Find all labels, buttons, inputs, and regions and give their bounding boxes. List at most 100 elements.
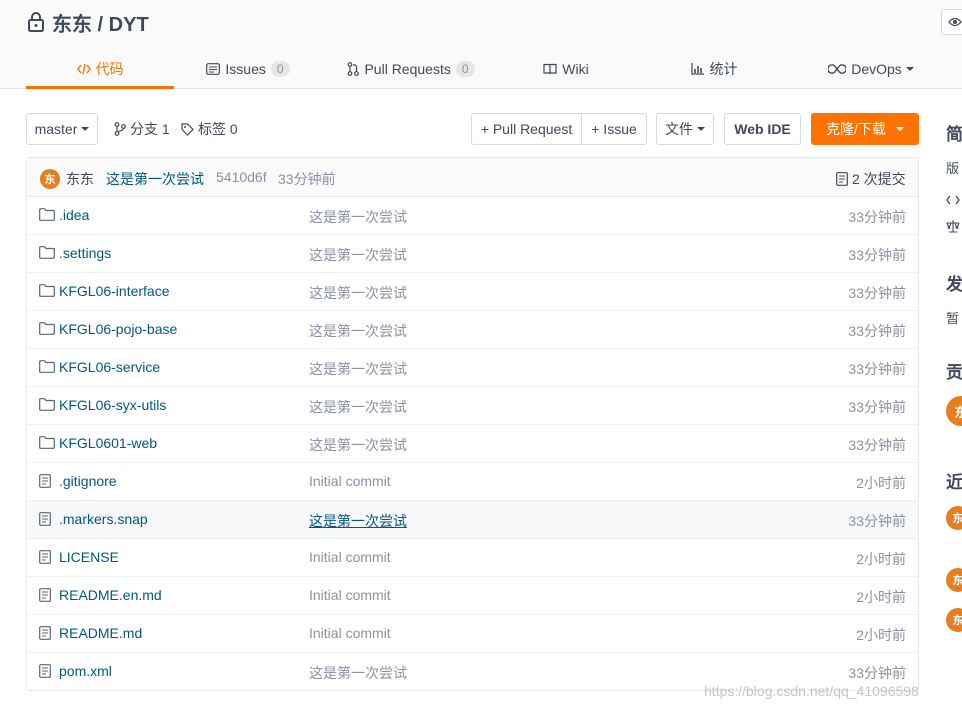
file-commit-message-link[interactable]: 这是第一次尝试: [309, 207, 407, 227]
file-commit-time: 33分钟前: [848, 437, 906, 453]
file-name-link[interactable]: .settings: [59, 245, 111, 261]
repo-header: 东东 / DYT 代码 Issues 0 Pull Requests 0 Wik…: [0, 0, 962, 89]
watch-button[interactable]: [941, 9, 962, 35]
file-commit-message-link[interactable]: Initial commit: [309, 587, 391, 603]
file-name-link[interactable]: KFGL06-interface: [59, 283, 170, 299]
avatar[interactable]: 东: [946, 568, 962, 592]
commit-message[interactable]: 这是第一次尝试: [106, 169, 204, 189]
file-icon: [39, 474, 51, 491]
table-row[interactable]: KFGL06-interface 这是第一次尝试 33分钟前: [27, 273, 918, 311]
file-commit-message-link[interactable]: 这是第一次尝试: [309, 435, 407, 455]
web-ide-label: Web IDE: [734, 121, 791, 137]
table-row[interactable]: KFGL06-pojo-base 这是第一次尝试 33分钟前: [27, 311, 918, 349]
tab-issues-label: Issues: [225, 61, 266, 77]
chevron-down-icon: [895, 127, 904, 131]
tags-link[interactable]: 标签 0: [181, 119, 238, 139]
file-name-link[interactable]: KFGL0601-web: [59, 435, 157, 451]
file-commit-time: 33分钟前: [848, 665, 906, 681]
commit-author[interactable]: 东东: [66, 169, 94, 189]
new-pull-request-label: + Pull Request: [480, 121, 573, 137]
new-issue-button[interactable]: + Issue: [581, 113, 647, 145]
file-name-link[interactable]: KFGL06-pojo-base: [59, 321, 177, 337]
chevron-down-icon: [697, 127, 705, 131]
file-icon: [39, 550, 51, 567]
file-commit-message-link[interactable]: 这是第一次尝试: [309, 321, 407, 341]
new-issue-label: + Issue: [591, 121, 637, 137]
file-commit-message-link[interactable]: 这是第一次尝试: [309, 511, 407, 531]
commit-hash[interactable]: 5410d6f: [216, 169, 267, 185]
table-row[interactable]: LICENSE Initial commit 2小时前: [27, 539, 918, 577]
code-icon: [946, 195, 960, 205]
repo-tabs: 代码 Issues 0 Pull Requests 0 Wiki 统计 DevO…: [26, 49, 946, 89]
file-commit-message-link[interactable]: 这是第一次尝试: [309, 397, 407, 417]
clone-download-button[interactable]: 克隆/下载: [811, 113, 919, 145]
file-name-link[interactable]: KFGL06-syx-utils: [59, 397, 166, 413]
folder-icon: [39, 322, 55, 338]
file-table: 东 东东 这是第一次尝试 5410d6f 33分钟前 2 次提交 .idea 这是…: [26, 157, 919, 691]
release-text: 暂: [946, 311, 960, 326]
file-name-link[interactable]: .markers.snap: [59, 511, 148, 527]
folder-icon: [39, 436, 55, 452]
file-icon: [39, 512, 51, 529]
file-commit-message-link[interactable]: 这是第一次尝试: [309, 283, 407, 303]
avatar[interactable]: 东: [946, 396, 962, 426]
file-name-link[interactable]: pom.xml: [59, 663, 112, 679]
file-name-link[interactable]: LICENSE: [59, 549, 119, 565]
new-pull-request-button[interactable]: + Pull Request: [471, 113, 582, 145]
web-ide-button[interactable]: Web IDE: [724, 113, 801, 145]
avatar[interactable]: 东: [946, 608, 962, 632]
commit-count-label: 2 次提交: [852, 171, 906, 187]
table-row[interactable]: .markers.snap 这是第一次尝试 33分钟前: [27, 501, 918, 539]
table-row[interactable]: KFGL0601-web 这是第一次尝试 33分钟前: [27, 425, 918, 463]
tag-icon: [181, 122, 194, 136]
file-name-link[interactable]: .gitignore: [59, 473, 117, 489]
code-icon: [76, 63, 91, 75]
table-row[interactable]: .settings 这是第一次尝试 33分钟前: [27, 235, 918, 273]
release-heading: 发: [946, 275, 962, 294]
file-commit-time: 2小时前: [856, 589, 906, 605]
file-name-link[interactable]: KFGL06-service: [59, 359, 160, 375]
file-name-link[interactable]: README.md: [59, 625, 142, 641]
file-commit-message-link[interactable]: Initial commit: [309, 549, 391, 565]
chevron-down-icon: [81, 127, 90, 131]
file-menu-button[interactable]: 文件: [656, 113, 714, 145]
tab-devops[interactable]: DevOps: [796, 49, 946, 89]
branch-select[interactable]: master: [26, 113, 98, 145]
tab-devops-label: DevOps: [851, 61, 902, 77]
table-row[interactable]: KFGL06-syx-utils 这是第一次尝试 33分钟前: [27, 387, 918, 425]
avatar[interactable]: 东: [40, 169, 60, 189]
repo-title[interactable]: 东东 / DYT: [52, 8, 149, 37]
tab-wiki[interactable]: Wiki: [500, 49, 632, 89]
file-commit-message-link[interactable]: Initial commit: [309, 473, 391, 489]
branches-link[interactable]: 分支 1: [114, 119, 170, 139]
file-name-link[interactable]: .idea: [59, 207, 89, 223]
file-icon: [39, 664, 51, 681]
table-row[interactable]: README.md Initial commit 2小时前: [27, 615, 918, 653]
file-commit-time: 33分钟前: [848, 513, 906, 529]
tab-stats[interactable]: 统计: [632, 49, 796, 89]
file-commit-message-link[interactable]: 这是第一次尝试: [309, 245, 407, 265]
table-row[interactable]: KFGL06-service 这是第一次尝试 33分钟前: [27, 349, 918, 387]
chevron-down-icon: [905, 67, 914, 71]
tab-code[interactable]: 代码: [26, 49, 174, 89]
avatar[interactable]: 东: [946, 506, 962, 530]
document-icon: [836, 172, 848, 186]
bar-chart-icon: [690, 63, 705, 75]
file-commit-message-link[interactable]: 这是第一次尝试: [309, 663, 407, 683]
commit-count-link[interactable]: 2 次提交: [836, 169, 906, 189]
tab-wiki-label: Wiki: [562, 61, 589, 77]
issues-icon: [206, 63, 221, 75]
table-row[interactable]: README.en.md Initial commit 2小时前: [27, 577, 918, 615]
tab-issues[interactable]: Issues 0: [174, 49, 322, 89]
table-row[interactable]: .gitignore Initial commit 2小时前: [27, 463, 918, 501]
tab-pull-requests[interactable]: Pull Requests 0: [322, 49, 500, 89]
version-text: 版: [946, 161, 960, 176]
file-name-link[interactable]: README.en.md: [59, 587, 162, 603]
file-commit-message-link[interactable]: 这是第一次尝试: [309, 359, 407, 379]
folder-icon: [39, 360, 55, 376]
branch-select-value: master: [34, 121, 78, 137]
file-commit-time: 33分钟前: [848, 247, 906, 263]
file-commit-message-link[interactable]: Initial commit: [309, 625, 391, 641]
recent-heading: 近: [946, 473, 962, 492]
table-row[interactable]: .idea 这是第一次尝试 33分钟前: [27, 197, 918, 235]
